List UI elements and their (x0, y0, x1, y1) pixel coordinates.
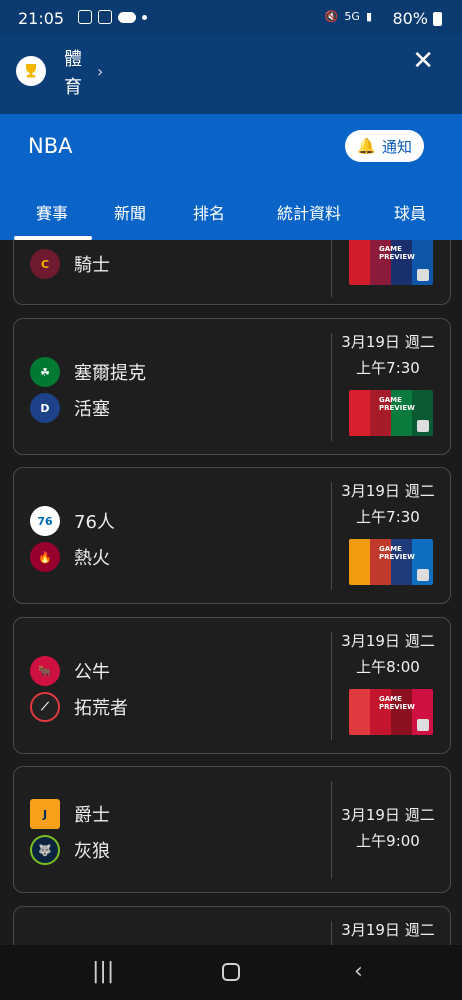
game-card[interactable]: ☘ 塞爾提克 D 活塞 3月19日 週二 上午7:30 GAME PREVIEW (13, 318, 451, 455)
preview-label: GAME PREVIEW (379, 396, 415, 412)
tab-games[interactable]: 賽事 (36, 200, 68, 224)
league-header: NBA 🔔 通知 賽事 新聞 排名 統計資料 球員 (0, 114, 462, 240)
notification-icon (78, 10, 92, 24)
timberwolves-logo-icon: 🐺 (30, 835, 60, 865)
76ers-logo-icon: 76 (30, 506, 60, 536)
divider (331, 921, 332, 945)
tab-players[interactable]: 球員 (394, 200, 426, 224)
bulls-logo-icon: 🐂 (30, 656, 60, 686)
play-icon (417, 569, 429, 581)
close-icon[interactable]: ✕ (412, 46, 434, 76)
team-name: 拓荒者 (74, 698, 128, 719)
divider (331, 482, 332, 590)
team-name: 76人 (74, 512, 115, 533)
game-date: 3月19日 週二 (341, 482, 435, 500)
recent-apps-icon[interactable]: ||| (92, 959, 114, 984)
divider (331, 632, 332, 740)
game-date: 3月19日 週二 (341, 333, 435, 351)
team-name: 熱火 (74, 548, 110, 569)
game-card[interactable]: 76 76人 🔥 熱火 3月19日 週二 上午7:30 GAME PREVIEW (13, 467, 451, 604)
team-row: D 活塞 (30, 393, 110, 423)
preview-label: GAME PREVIEW (379, 245, 415, 261)
game-card[interactable]: J 爵士 🐺 灰狼 3月19日 週二 上午9:00 (13, 766, 451, 893)
system-nav-bar: ||| ‹ (0, 945, 462, 1000)
status-time: 21:05 (18, 9, 65, 28)
preview-label: GAME PREVIEW (379, 695, 415, 711)
game-card[interactable]: C 騎士 GAME PREVIEW (13, 240, 451, 305)
bell-icon: 🔔 (357, 137, 376, 155)
chevron-right-icon[interactable]: › (97, 62, 103, 81)
heat-logo-icon: 🔥 (30, 542, 60, 572)
blazers-logo-icon: ⟋ (30, 692, 60, 722)
team-row: C 騎士 (30, 249, 110, 279)
divider (331, 240, 332, 297)
tab-news[interactable]: 新聞 (114, 200, 146, 224)
game-time: 上午7:30 (356, 508, 420, 526)
play-icon (417, 420, 429, 432)
notification-icon-2 (98, 10, 112, 24)
league-name: NBA (28, 134, 73, 158)
tab-standings[interactable]: 排名 (193, 200, 225, 224)
game-date: 3月19日 週二 (341, 632, 435, 650)
preview-thumbnail[interactable]: GAME PREVIEW (349, 240, 433, 285)
notify-label: 通知 (381, 137, 412, 156)
team-name: 騎士 (74, 255, 110, 276)
team-row: ☘ 塞爾提克 (30, 357, 146, 387)
preview-label: GAME PREVIEW (379, 545, 415, 561)
game-date: 3月19日 週二 (341, 806, 435, 824)
team-row: 🔥 熱火 (30, 542, 110, 572)
pistons-logo-icon: D (30, 393, 60, 423)
play-icon (417, 269, 429, 281)
cavaliers-logo-icon: C (30, 249, 60, 279)
battery-icon (433, 12, 442, 26)
team-name: 活塞 (74, 399, 110, 420)
team-row: 🐺 灰狼 (30, 835, 110, 865)
tab-bar: 賽事 新聞 排名 統計資料 球員 (0, 196, 462, 240)
battery-level: 80% (392, 9, 428, 28)
sport-label[interactable]: 體 育 (64, 46, 94, 102)
team-row: J 爵士 (30, 799, 110, 829)
preview-thumbnail[interactable]: GAME PREVIEW (349, 689, 433, 735)
preview-thumbnail[interactable]: GAME PREVIEW (349, 539, 433, 585)
game-time: 上午8:00 (356, 658, 420, 676)
jazz-logo-icon: J (30, 799, 60, 829)
games-list[interactable]: C 騎士 GAME PREVIEW ☘ 塞爾提克 D 活塞 3月19日 週二 上… (0, 240, 462, 945)
game-card[interactable]: 3月19日 週二 (13, 906, 451, 945)
team-name: 塞爾提克 (74, 363, 146, 384)
cloud-icon (118, 11, 136, 23)
home-button[interactable] (222, 963, 240, 981)
signal-label: 5G (344, 10, 360, 23)
play-icon (417, 719, 429, 731)
team-row: ⟋ 拓荒者 (30, 692, 128, 722)
team-name: 灰狼 (74, 841, 110, 862)
team-row: 76 76人 (30, 506, 115, 536)
notify-button[interactable]: 🔔 通知 (345, 130, 424, 162)
game-time: 上午7:30 (356, 359, 420, 377)
game-time: 上午9:00 (356, 832, 420, 850)
trophy-icon[interactable] (16, 56, 46, 86)
game-card[interactable]: 🐂 公牛 ⟋ 拓荒者 3月19日 週二 上午8:00 GAME PREVIEW (13, 617, 451, 754)
preview-thumbnail[interactable]: GAME PREVIEW (349, 390, 433, 436)
home-icon (222, 963, 240, 981)
tab-stats[interactable]: 統計資料 (277, 200, 341, 224)
divider (331, 333, 332, 441)
sport-header: 體 育 › ✕ (0, 36, 462, 114)
trophy-svg (26, 64, 36, 78)
back-icon[interactable]: ‹ (354, 959, 363, 984)
status-bar: 21:05 🔇 5G ▮ 80% (0, 0, 462, 36)
team-name: 爵士 (74, 805, 110, 826)
celtics-logo-icon: ☘ (30, 357, 60, 387)
mute-icon: 🔇 (324, 10, 339, 23)
game-date: 3月19日 週二 (341, 921, 435, 939)
team-row: 🐂 公牛 (30, 656, 110, 686)
signal-icon: ▮ (365, 10, 372, 23)
divider (331, 781, 332, 879)
team-name: 公牛 (74, 662, 110, 683)
dot-icon (142, 14, 147, 20)
